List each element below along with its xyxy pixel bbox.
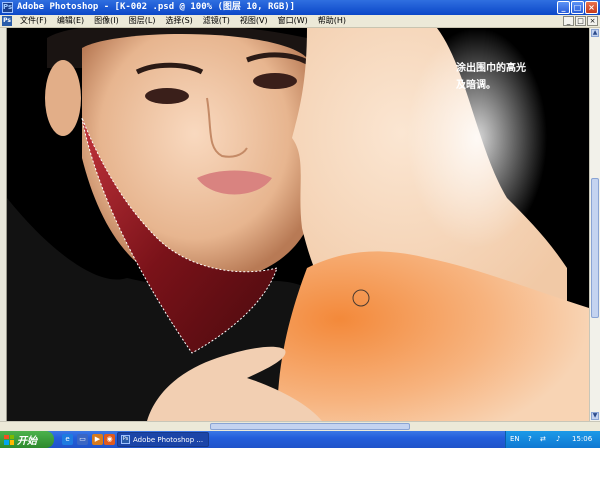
windows-flag-icon xyxy=(4,434,14,445)
doc-close-button[interactable]: × xyxy=(587,16,598,26)
window-controls: _ □ × xyxy=(557,1,598,14)
menu-view[interactable]: 视图(V) xyxy=(235,15,273,27)
horizontal-scrollbar[interactable] xyxy=(0,421,600,431)
photoshop-task-icon: Ps xyxy=(121,435,130,444)
start-button[interactable]: 开始 xyxy=(0,431,54,448)
firefox-icon[interactable]: ◉ xyxy=(104,434,115,445)
desktop-icon[interactable]: ▭ xyxy=(77,434,88,445)
clock: 15:06 xyxy=(572,435,593,443)
menu-edit[interactable]: 编辑(E) xyxy=(52,15,89,27)
annotation-line-2: 及暗调。 xyxy=(456,80,496,91)
taskbar-photoshop-button[interactable]: Ps Adobe Photoshop ... xyxy=(117,432,209,447)
close-button[interactable]: × xyxy=(585,1,598,14)
menu-layer[interactable]: 图层(L) xyxy=(124,15,161,27)
menu-file[interactable]: 文件(F) xyxy=(15,15,52,27)
annotation-line-1: 涂出围巾的高光 xyxy=(456,63,526,74)
left-eye-shape xyxy=(145,88,189,104)
below-screen-area xyxy=(0,448,600,477)
media-player-icon[interactable]: ▶ xyxy=(92,434,103,445)
tutorial-annotation: 涂出围巾的高光 及暗调。 xyxy=(456,60,526,94)
document-icon[interactable]: Ps xyxy=(2,16,12,26)
man-face-shape xyxy=(82,34,307,284)
left-ruler xyxy=(0,28,7,421)
taskbar: 开始 e ▭ ▶ ◉ Ps Adobe Photoshop ... EN ? ⇄… xyxy=(0,431,600,448)
vertical-scrollbar[interactable]: ▲ ▼ xyxy=(589,28,600,421)
taskbar-app-label: Adobe Photoshop ... xyxy=(133,435,204,444)
ie-icon[interactable]: e xyxy=(62,434,73,445)
start-label: 开始 xyxy=(17,436,37,447)
vertical-scroll-thumb[interactable] xyxy=(591,178,599,318)
language-indicator[interactable]: EN xyxy=(510,435,520,443)
doc-restore-button[interactable]: □ xyxy=(575,16,586,26)
minimize-button[interactable]: _ xyxy=(557,1,570,14)
menu-image[interactable]: 图像(I) xyxy=(89,15,124,27)
scroll-down-icon[interactable]: ▼ xyxy=(591,412,599,420)
maximize-button[interactable]: □ xyxy=(571,1,584,14)
menu-window[interactable]: 窗口(W) xyxy=(273,15,313,27)
photoshop-app-icon[interactable]: Ps xyxy=(2,2,13,13)
title-bar: Ps Adobe Photoshop - [K-002 .psd @ 100% … xyxy=(0,0,600,15)
horizontal-scroll-thumb[interactable] xyxy=(210,423,410,430)
menu-filter[interactable]: 滤镜(T) xyxy=(198,15,235,27)
right-eye-shape xyxy=(253,73,297,89)
network-icon[interactable]: ⇄ xyxy=(540,435,546,443)
menu-help[interactable]: 帮助(H) xyxy=(313,15,351,27)
document-canvas[interactable]: 涂出围巾的高光 及暗调。 xyxy=(0,28,589,421)
help-icon[interactable]: ? xyxy=(528,435,532,443)
system-tray: EN ? ⇄ ♪ 15:06 xyxy=(505,431,600,448)
document-controls: _ □ × xyxy=(563,16,598,26)
menu-select[interactable]: 选择(S) xyxy=(160,15,197,27)
scroll-up-icon[interactable]: ▲ xyxy=(591,29,599,37)
volume-icon[interactable]: ♪ xyxy=(556,435,560,443)
doc-minimize-button[interactable]: _ xyxy=(563,16,574,26)
menu-bar: Ps 文件(F) 编辑(E) 图像(I) 图层(L) 选择(S) 滤镜(T) 视… xyxy=(0,15,600,28)
window-title: Adobe Photoshop - [K-002 .psd @ 100% (图层… xyxy=(17,2,296,12)
ear-shape xyxy=(45,60,81,136)
